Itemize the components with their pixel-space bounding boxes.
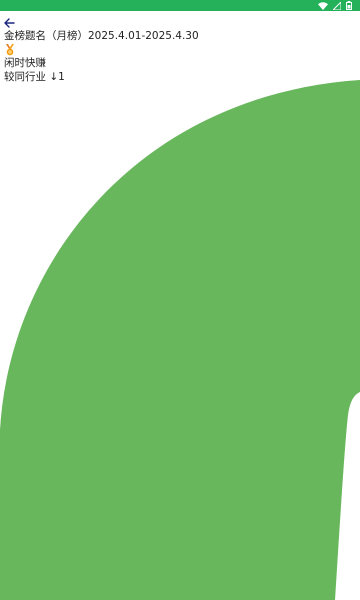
medal-badge — [4, 44, 16, 56]
green-shape-highlight — [0, 80, 360, 600]
status-icons — [318, 0, 352, 11]
wifi-icon — [318, 1, 328, 10]
signal-icon — [333, 1, 341, 10]
green-shape — [0, 80, 360, 600]
back-arrow-icon — [3, 13, 15, 32]
status-bar — [0, 0, 360, 11]
rank-compare: 较同行业 ↓1 — [4, 71, 65, 83]
battery-icon — [346, 1, 352, 10]
green-illustration — [0, 80, 360, 600]
back-button[interactable] — [2, 15, 16, 29]
ranking-title: 金榜题名（月榜）2025.4.01-2025.4.30 — [4, 30, 199, 42]
app-name: 闲时快赚 — [4, 57, 46, 69]
